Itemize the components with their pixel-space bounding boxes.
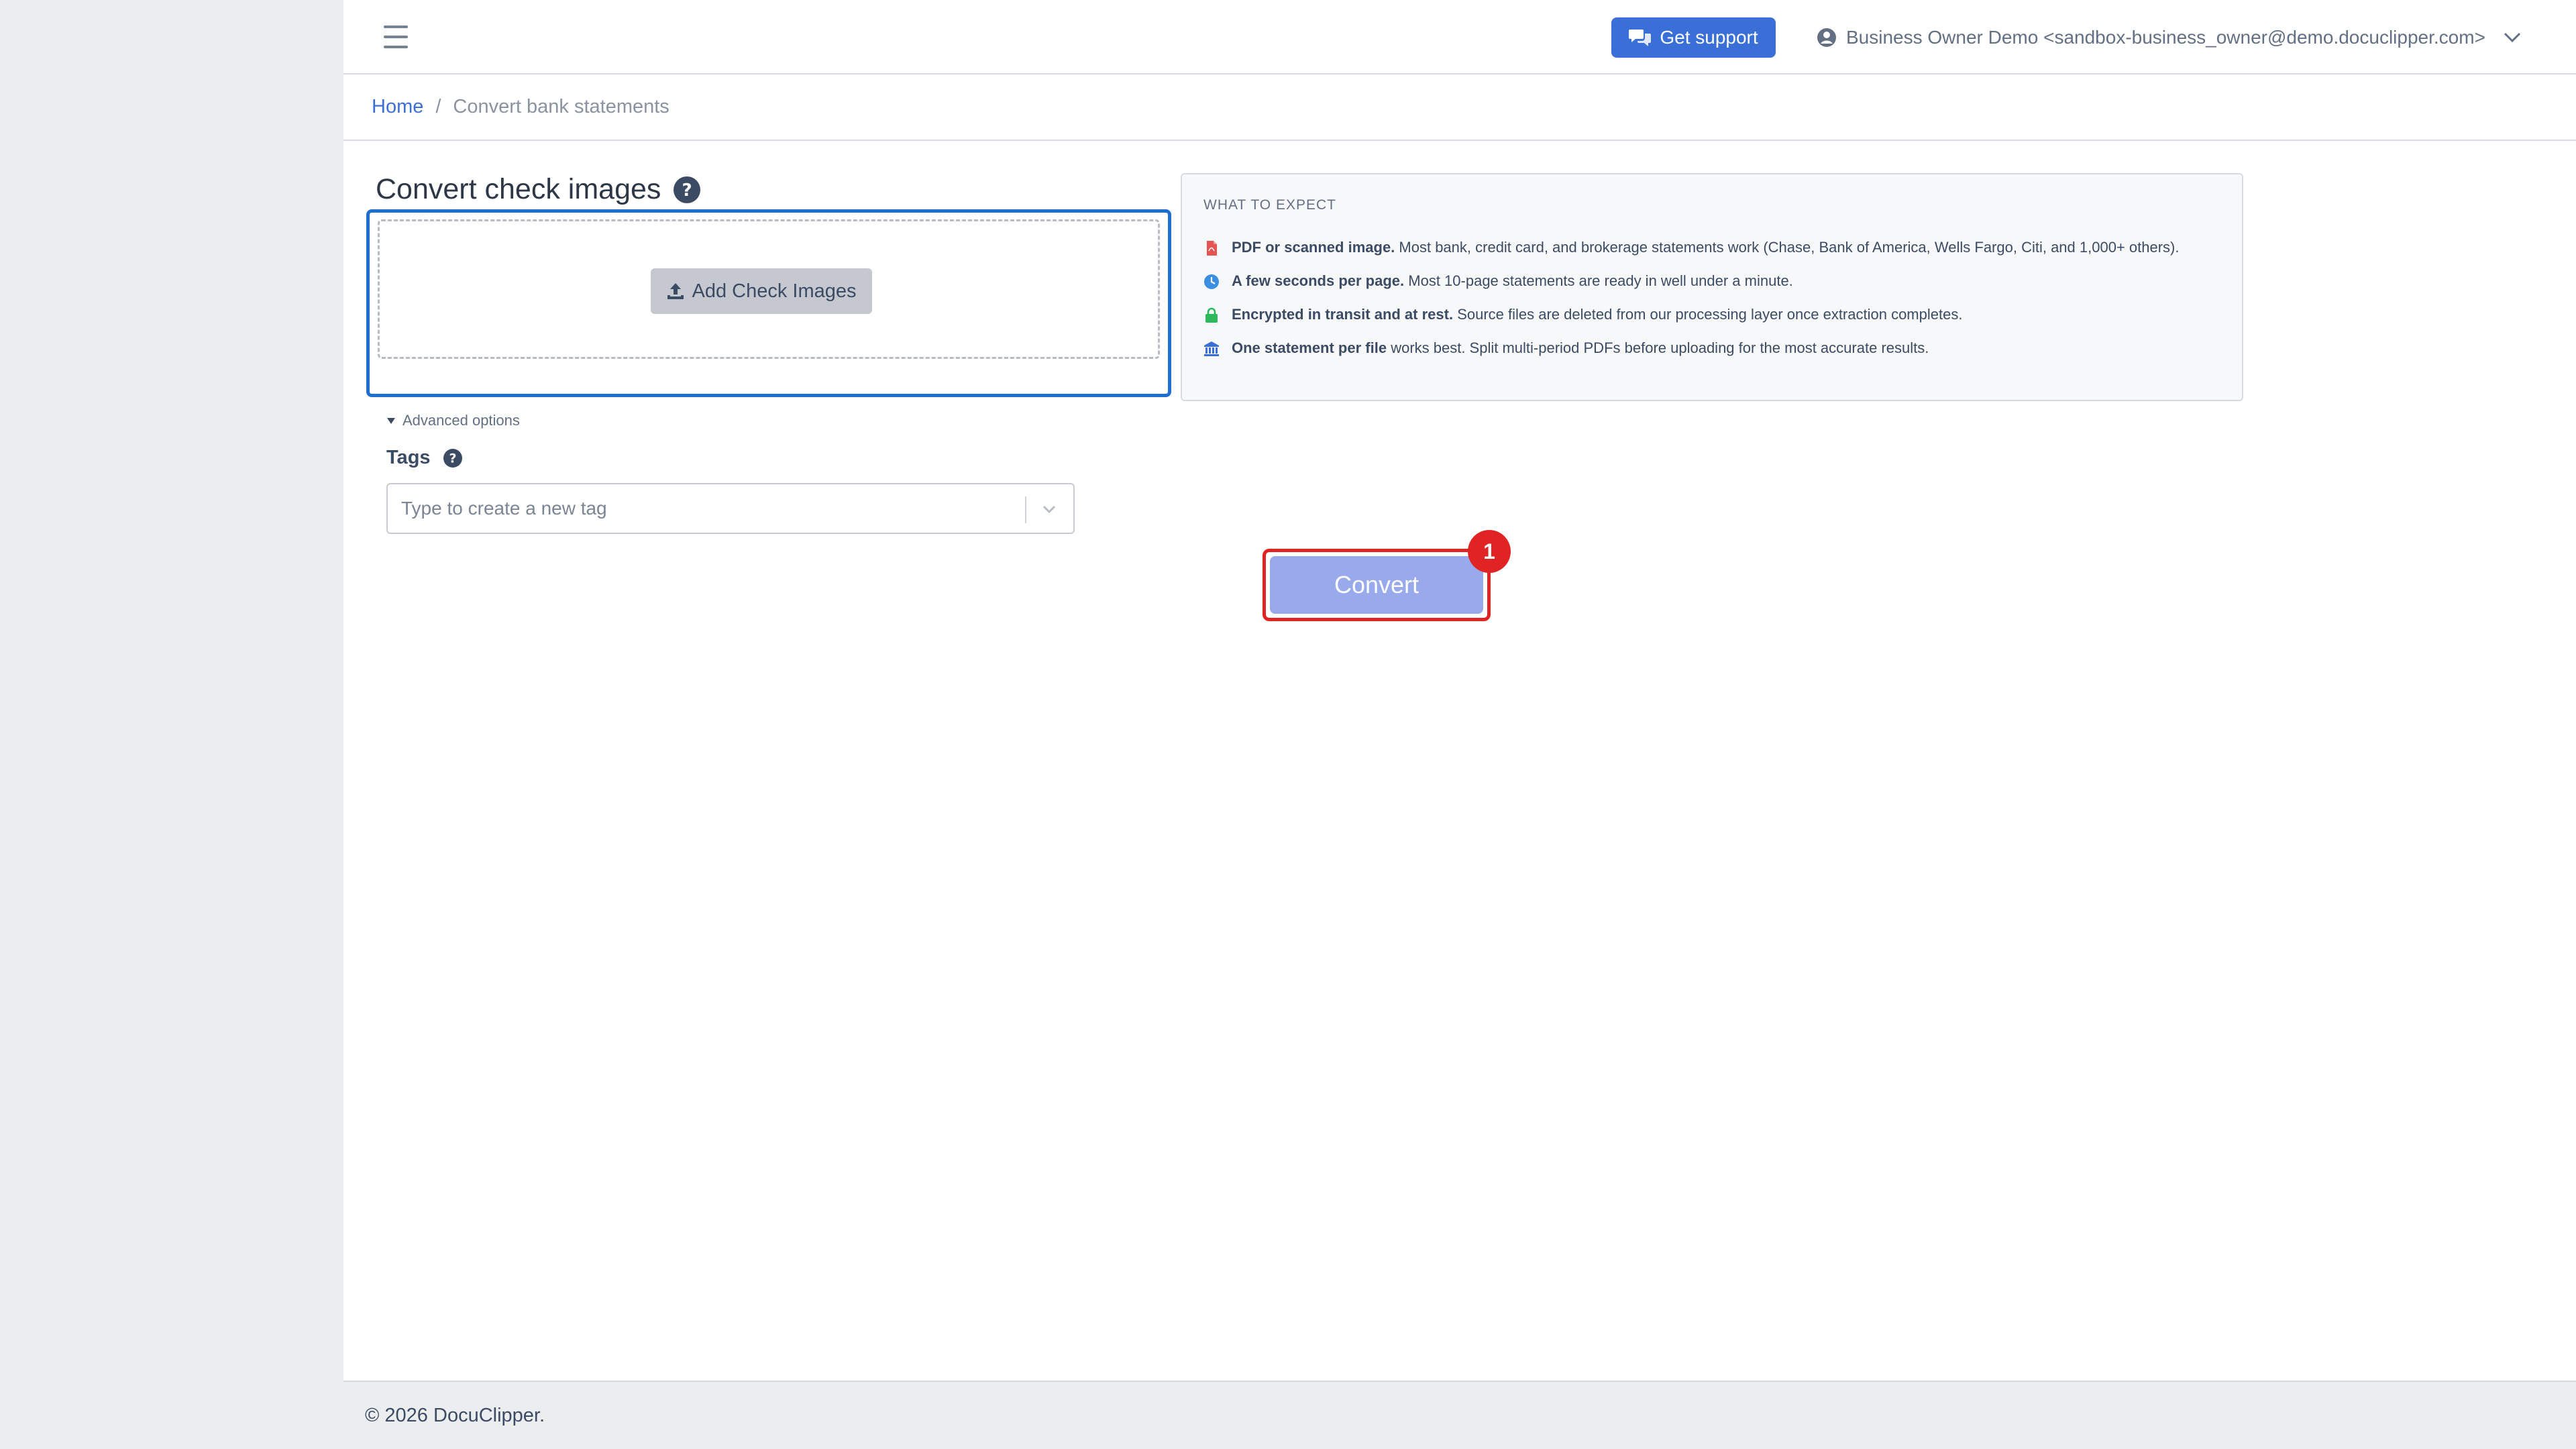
item-text: Most 10-page statements are ready in wel… xyxy=(1404,272,1793,289)
svg-text:?: ? xyxy=(682,180,692,201)
list-item: One statement per file works best. Split… xyxy=(1203,337,2223,360)
what-to-expect-panel: WHAT TO EXPECT PDF or scanned image. Mos… xyxy=(1181,173,2243,401)
top-header: Get support Business Owner Demo <sandbox… xyxy=(343,0,2576,74)
pdf-file-icon xyxy=(1207,241,1217,256)
upload-icon xyxy=(667,283,684,299)
help-circle-icon[interactable]: ? xyxy=(443,448,463,468)
user-circle-icon xyxy=(1817,28,1836,47)
item-bold: A few seconds per page. xyxy=(1232,272,1405,289)
list-item: Encrypted in transit and at rest. Source… xyxy=(1203,303,2223,326)
item-bold: One statement per file xyxy=(1232,339,1387,356)
advanced-options-toggle[interactable]: Advanced options xyxy=(386,412,520,429)
item-text: works best. Split multi-period PDFs befo… xyxy=(1387,339,1929,356)
item-bold: PDF or scanned image. xyxy=(1232,239,1395,256)
page-footer: © 2026 DocuClipper. xyxy=(343,1381,2576,1449)
chevron-down-icon[interactable] xyxy=(1040,502,1059,517)
lock-icon xyxy=(1205,307,1218,323)
chevron-down-icon xyxy=(2504,32,2520,43)
breadcrumb: Home / Convert bank statements xyxy=(372,96,669,118)
convert-button[interactable]: Convert xyxy=(1270,556,1483,614)
get-support-button[interactable]: Get support xyxy=(1611,17,1776,58)
sidebar-area xyxy=(0,0,343,1449)
tags-input[interactable] xyxy=(401,484,1005,533)
breadcrumb-home-link[interactable]: Home xyxy=(372,96,423,118)
caret-down-icon xyxy=(387,418,395,424)
breadcrumb-separator: / xyxy=(435,96,441,117)
list-item: A few seconds per page. Most 10-page sta… xyxy=(1203,270,2223,292)
get-support-label: Get support xyxy=(1660,27,1758,48)
chat-bubbles-icon xyxy=(1629,30,1652,46)
advanced-options-label: Advanced options xyxy=(402,412,520,429)
list-item: PDF or scanned image. Most bank, credit … xyxy=(1203,236,2223,259)
add-check-images-button[interactable]: Add Check Images xyxy=(651,268,872,314)
what-to-expect-title: WHAT TO EXPECT xyxy=(1203,197,1336,213)
item-text: Source files are deleted from our proces… xyxy=(1453,306,1963,323)
convert-highlight: Convert xyxy=(1263,549,1491,621)
breadcrumb-current: Convert bank statements xyxy=(453,96,669,117)
item-bold: Encrypted in transit and at rest. xyxy=(1232,306,1454,323)
bank-icon xyxy=(1204,341,1219,356)
item-text: Most bank, credit card, and brokerage st… xyxy=(1395,239,2180,256)
page-title: Convert check images ? xyxy=(376,173,701,206)
what-to-expect-list: PDF or scanned image. Most bank, credit … xyxy=(1203,236,2223,370)
clock-icon xyxy=(1204,274,1219,289)
file-dropzone[interactable]: Add Check Images xyxy=(366,209,1171,397)
footer-text: © 2026 DocuClipper. xyxy=(365,1405,545,1426)
add-check-images-label: Add Check Images xyxy=(692,280,857,302)
breadcrumb-bar: Home / Convert bank statements xyxy=(343,74,2576,141)
tags-label-text: Tags xyxy=(386,447,431,468)
page-title-text: Convert check images xyxy=(376,173,661,205)
tags-label: Tags ? xyxy=(386,447,463,469)
select-divider xyxy=(1025,496,1026,523)
help-circle-icon[interactable]: ? xyxy=(673,176,701,204)
svg-text:?: ? xyxy=(449,451,456,466)
tags-select[interactable] xyxy=(386,483,1075,534)
user-menu[interactable]: Business Owner Demo <sandbox-business_ow… xyxy=(1817,23,2522,52)
user-label: Business Owner Demo <sandbox-business_ow… xyxy=(1846,27,2485,48)
main-wrapper: Get support Business Owner Demo <sandbox… xyxy=(343,0,2576,1449)
step-badge: 1 xyxy=(1468,530,1511,573)
menu-toggle-icon[interactable] xyxy=(384,25,408,48)
dropzone-dashed-area[interactable]: Add Check Images xyxy=(378,219,1160,359)
